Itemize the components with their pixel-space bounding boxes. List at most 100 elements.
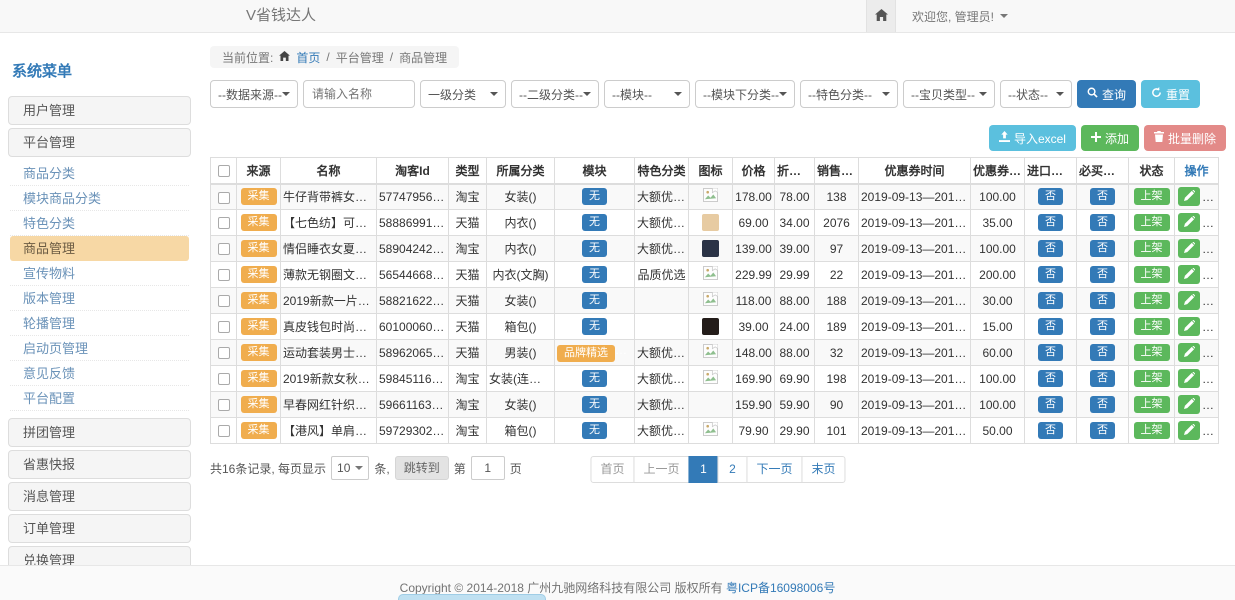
module-select[interactable]: --模块-- xyxy=(604,80,690,108)
module-sub-category-select[interactable]: --模块下分类-- xyxy=(695,80,795,108)
must-buy-badge[interactable]: 否 xyxy=(1090,344,1115,361)
sidebar-group-14[interactable]: 消息管理 xyxy=(8,482,191,511)
edit-button[interactable] xyxy=(1178,421,1200,440)
row-checkbox[interactable] xyxy=(218,399,230,411)
edit-button[interactable] xyxy=(1178,369,1200,388)
edit-icon xyxy=(1184,423,1195,438)
status-badge[interactable]: 上架 xyxy=(1134,396,1170,413)
cell-source: 采集 xyxy=(237,340,281,366)
sidebar-item-11[interactable]: 平台配置 xyxy=(10,386,189,411)
reset-button[interactable]: 重置 xyxy=(1141,80,1200,108)
batch-delete-button[interactable]: 批量删除 xyxy=(1144,125,1226,151)
sidebar-item-5[interactable]: 商品管理 xyxy=(10,236,189,261)
status-badge[interactable]: 上架 xyxy=(1134,318,1170,335)
must-buy-badge[interactable]: 否 xyxy=(1090,240,1115,257)
must-buy-badge[interactable]: 否 xyxy=(1090,214,1115,231)
row-checkbox[interactable] xyxy=(218,192,230,204)
cell-discount-price: 88.00 xyxy=(775,288,815,314)
page-button-末页[interactable]: 末页 xyxy=(802,456,846,483)
status-badge[interactable]: 上架 xyxy=(1134,292,1170,309)
sidebar-group-15[interactable]: 订单管理 xyxy=(8,514,191,543)
status-badge[interactable]: 上架 xyxy=(1134,344,1170,361)
search-button[interactable]: 查询 xyxy=(1077,80,1136,108)
page-button-1[interactable]: 1 xyxy=(689,456,719,483)
status-badge[interactable]: 上架 xyxy=(1134,214,1170,231)
edit-button[interactable] xyxy=(1178,213,1200,232)
sidebar-group-16[interactable]: 兑换管理 xyxy=(8,546,191,565)
sidebar-group-13[interactable]: 省惠快报 xyxy=(8,450,191,479)
jump-page-input[interactable] xyxy=(471,456,505,480)
sidebar-item-7[interactable]: 版本管理 xyxy=(10,286,189,311)
edit-button[interactable] xyxy=(1178,291,1200,310)
sidebar-item-6[interactable]: 宣传物料 xyxy=(10,261,189,286)
import-select-badge[interactable]: 否 xyxy=(1038,292,1063,309)
sidebar-item-3[interactable]: 模块商品分类 xyxy=(10,186,189,211)
sidebar-group-0[interactable]: 用户管理 xyxy=(8,96,191,125)
must-buy-badge[interactable]: 否 xyxy=(1090,266,1115,283)
sidebar-item-8[interactable]: 轮播管理 xyxy=(10,311,189,336)
import-select-badge[interactable]: 否 xyxy=(1038,240,1063,257)
must-buy-badge[interactable]: 否 xyxy=(1090,396,1115,413)
row-checkbox[interactable] xyxy=(218,321,230,333)
sidebar-item-2[interactable]: 商品分类 xyxy=(10,161,189,186)
jump-button[interactable]: 跳转到 xyxy=(395,456,449,480)
import-select-badge[interactable]: 否 xyxy=(1038,422,1063,439)
icp-link[interactable]: 粤ICP备16098006号 xyxy=(726,581,835,595)
status-badge[interactable]: 上架 xyxy=(1134,188,1170,205)
col-header-17: 操作 xyxy=(1175,158,1219,184)
row-checkbox[interactable] xyxy=(218,373,230,385)
page-button-2[interactable]: 2 xyxy=(718,456,748,483)
edit-button[interactable] xyxy=(1178,187,1200,206)
per-page-select[interactable]: 10 xyxy=(331,456,369,480)
edit-button[interactable] xyxy=(1178,395,1200,414)
import-select-badge[interactable]: 否 xyxy=(1038,266,1063,283)
import-select-badge[interactable]: 否 xyxy=(1038,344,1063,361)
row-checkbox[interactable] xyxy=(218,243,230,255)
row-checkbox[interactable] xyxy=(218,295,230,307)
breadcrumb-home-link[interactable]: 首页 xyxy=(296,49,320,66)
home-button[interactable] xyxy=(866,0,896,32)
item-type-select[interactable]: --宝贝类型-- xyxy=(903,80,995,108)
must-buy-badge[interactable]: 否 xyxy=(1090,292,1115,309)
level1-category-select[interactable]: 一级分类 xyxy=(420,80,506,108)
row-checkbox[interactable] xyxy=(218,425,230,437)
edit-button[interactable] xyxy=(1178,317,1200,336)
must-buy-badge[interactable]: 否 xyxy=(1090,188,1115,205)
sidebar-item-9[interactable]: 启动页管理 xyxy=(10,336,189,361)
user-menu[interactable]: 欢迎您, 管理员! xyxy=(912,8,1008,25)
must-buy-badge[interactable]: 否 xyxy=(1090,370,1115,387)
row-checkbox[interactable] xyxy=(218,269,230,281)
source-select[interactable]: --数据来源-- xyxy=(210,80,298,108)
status-badge[interactable]: 上架 xyxy=(1134,370,1170,387)
row-checkbox[interactable] xyxy=(218,217,230,229)
row-checkbox[interactable] xyxy=(218,347,230,359)
import-select-badge[interactable]: 否 xyxy=(1038,318,1063,335)
import-select-badge[interactable]: 否 xyxy=(1038,396,1063,413)
sidebar-group-12[interactable]: 拼团管理 xyxy=(8,418,191,447)
select-all-checkbox[interactable] xyxy=(218,165,230,177)
cell-module: 无 xyxy=(555,366,635,392)
status-badge[interactable]: 上架 xyxy=(1134,240,1170,257)
sidebar-item-10[interactable]: 意见反馈 xyxy=(10,361,189,386)
cell-checkbox xyxy=(211,366,237,392)
edit-button[interactable] xyxy=(1178,343,1200,362)
import-select-badge[interactable]: 否 xyxy=(1038,188,1063,205)
status-badge[interactable]: 上架 xyxy=(1134,422,1170,439)
add-button[interactable]: 添加 xyxy=(1081,125,1139,151)
edit-button[interactable] xyxy=(1178,239,1200,258)
edit-button[interactable] xyxy=(1178,265,1200,284)
page-button-下一页[interactable]: 下一页 xyxy=(747,456,803,483)
name-search-input[interactable] xyxy=(303,80,415,108)
special-category-select[interactable]: --特色分类-- xyxy=(800,80,898,108)
import-excel-button[interactable]: 导入excel xyxy=(989,125,1076,151)
import-select-badge[interactable]: 否 xyxy=(1038,214,1063,231)
level2-category-select[interactable]: --二级分类-- xyxy=(511,80,599,108)
import-select-badge[interactable]: 否 xyxy=(1038,370,1063,387)
sidebar-group-1[interactable]: 平台管理 xyxy=(8,128,191,157)
must-buy-badge[interactable]: 否 xyxy=(1090,422,1115,439)
must-buy-badge[interactable]: 否 xyxy=(1090,318,1115,335)
status-select[interactable]: --状态-- xyxy=(1000,80,1072,108)
cell-checkbox xyxy=(211,288,237,314)
status-badge[interactable]: 上架 xyxy=(1134,266,1170,283)
sidebar-item-4[interactable]: 特色分类 xyxy=(10,211,189,236)
